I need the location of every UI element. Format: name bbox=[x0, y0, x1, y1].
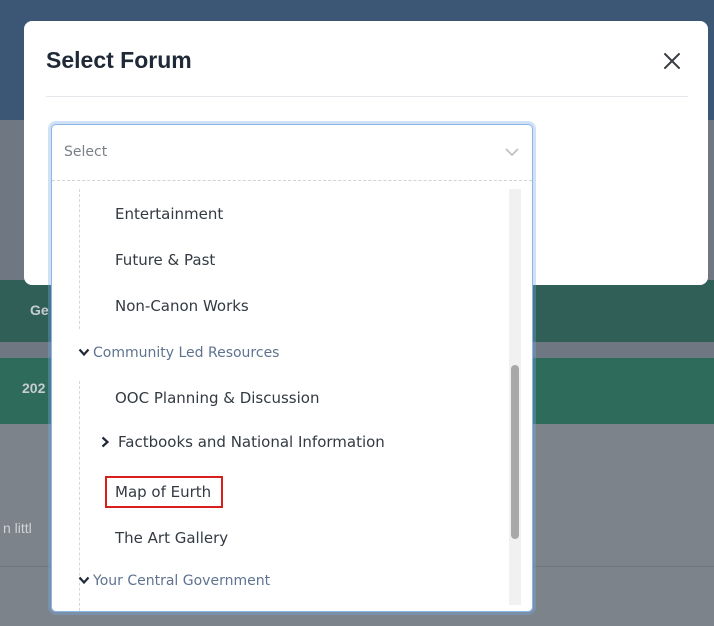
chevron-down-icon[interactable] bbox=[78, 347, 90, 357]
tree-guide-line bbox=[79, 189, 81, 329]
close-button[interactable] bbox=[660, 49, 684, 73]
close-icon bbox=[664, 53, 680, 69]
option-art-gallery[interactable]: The Art Gallery bbox=[115, 529, 228, 547]
backdrop-text-1: Ge bbox=[30, 302, 49, 318]
group-label: Community Led Resources bbox=[93, 345, 280, 361]
option-factbooks[interactable]: Factbooks and National Information bbox=[100, 433, 385, 451]
backdrop-text-2: 202 bbox=[22, 380, 46, 396]
option-future-past[interactable]: Future & Past bbox=[115, 251, 215, 269]
option-non-canon-works[interactable]: Non-Canon Works bbox=[115, 297, 249, 315]
modal-header-divider bbox=[46, 96, 688, 97]
dropdown-options: Entertainment Future & Past Non-Canon Wo… bbox=[52, 181, 532, 611]
select-control[interactable]: Select bbox=[52, 125, 532, 181]
select-placeholder: Select bbox=[64, 144, 108, 160]
option-label: Factbooks and National Information bbox=[118, 433, 385, 451]
group-label: Your Central Government bbox=[93, 573, 271, 589]
group-your-central-government[interactable]: Your Central Government bbox=[78, 573, 270, 589]
option-ooc-planning[interactable]: OOC Planning & Discussion bbox=[115, 389, 319, 407]
highlight-box bbox=[105, 476, 223, 508]
option-entertainment[interactable]: Entertainment bbox=[115, 205, 223, 223]
scrollbar-thumb[interactable] bbox=[511, 365, 519, 539]
modal-title: Select Forum bbox=[46, 47, 192, 73]
backdrop-text-3: n littl bbox=[3, 520, 32, 536]
forum-select[interactable]: Select Entertainment Future & Past Non-C… bbox=[51, 124, 533, 612]
chevron-right-icon[interactable] bbox=[100, 436, 110, 448]
chevron-down-icon[interactable] bbox=[78, 575, 90, 585]
chevron-down-icon[interactable] bbox=[504, 146, 520, 158]
group-community-led-resources[interactable]: Community Led Resources bbox=[78, 345, 279, 361]
